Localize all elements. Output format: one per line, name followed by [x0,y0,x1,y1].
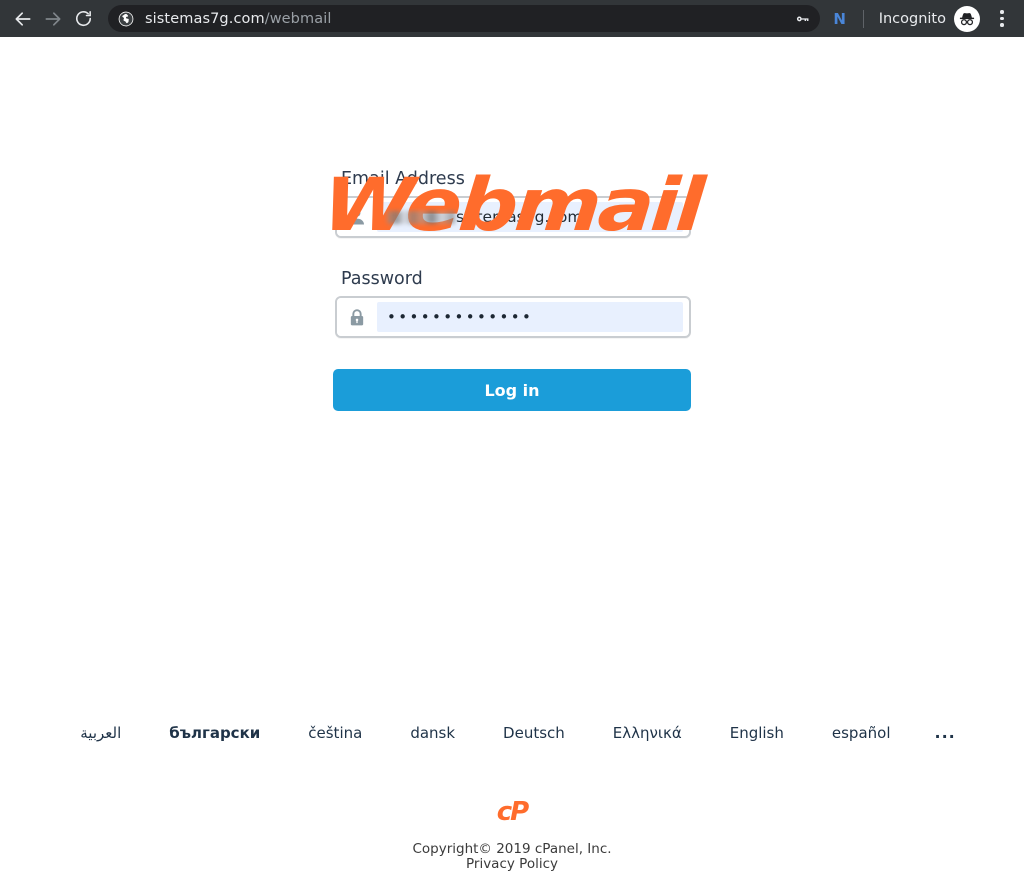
lock-icon [337,298,377,336]
password-input[interactable]: ••••••••••••• [377,302,683,332]
copyright-text: Copyright© 2019 cPanel, Inc. [412,841,612,857]
key-icon[interactable] [792,8,814,30]
extension-icon-n[interactable]: N [826,5,854,33]
locale-link-es[interactable]: español [808,724,915,742]
forward-arrow-icon [43,9,63,29]
locale-link-bg[interactable]: български [145,724,284,742]
url-path: /webmail [264,10,332,27]
forward-button[interactable] [38,4,68,34]
locale-link-de[interactable]: Deutsch [479,724,589,742]
url-text: sistemas7g.com/webmail [145,11,788,27]
locale-link-el[interactable]: Ελληνικά [589,724,706,742]
profile-button[interactable]: Incognito [873,5,982,33]
menu-dot [1000,23,1004,27]
webmail-logo-text: Webmail [319,163,705,248]
redacted-email-prefix [387,210,455,224]
profile-label: Incognito [878,10,946,27]
three-dot-menu-icon[interactable] [988,5,1016,33]
language-selector: العربية български čeština dansk Deutsch … [0,723,1024,742]
webmail-login-page: Webmail Email Address sistemas7g.com Pas… [0,37,1024,885]
menu-dot [1000,10,1004,14]
privacy-policy-link[interactable]: Privacy Policy [0,857,1024,872]
page-footer: cP Copyright© 2019 cPanel, Inc. Privacy … [0,799,1024,872]
url-host: sistemas7g.com [145,10,265,27]
reload-button[interactable] [68,4,98,34]
address-bar[interactable]: sistemas7g.com/webmail [108,5,820,32]
cpanel-logo: cP [496,797,530,827]
locale-link-en[interactable]: English [706,724,808,742]
back-button[interactable] [8,4,38,34]
back-arrow-icon [13,9,33,29]
toolbar-divider [862,9,864,28]
locale-link-cs[interactable]: čeština [284,724,386,742]
webmail-logo: Webmail [0,37,1024,248]
password-input-group[interactable]: ••••••••••••• [335,296,691,338]
menu-dot [1000,16,1004,21]
incognito-hat-icon [954,5,980,32]
globe-icon [118,11,134,27]
reload-icon [74,9,93,28]
locale-more-button[interactable]: ... [915,723,968,742]
browser-toolbar: sistemas7g.com/webmail N Incognito [0,0,1024,37]
login-button[interactable]: Log in [333,369,691,411]
password-masked-value: ••••••••••••• [387,308,534,326]
locale-link-da[interactable]: dansk [386,724,479,742]
password-label: Password [341,269,423,289]
extension-label: N [833,9,846,28]
locale-link-ar[interactable]: العربية [56,724,145,742]
